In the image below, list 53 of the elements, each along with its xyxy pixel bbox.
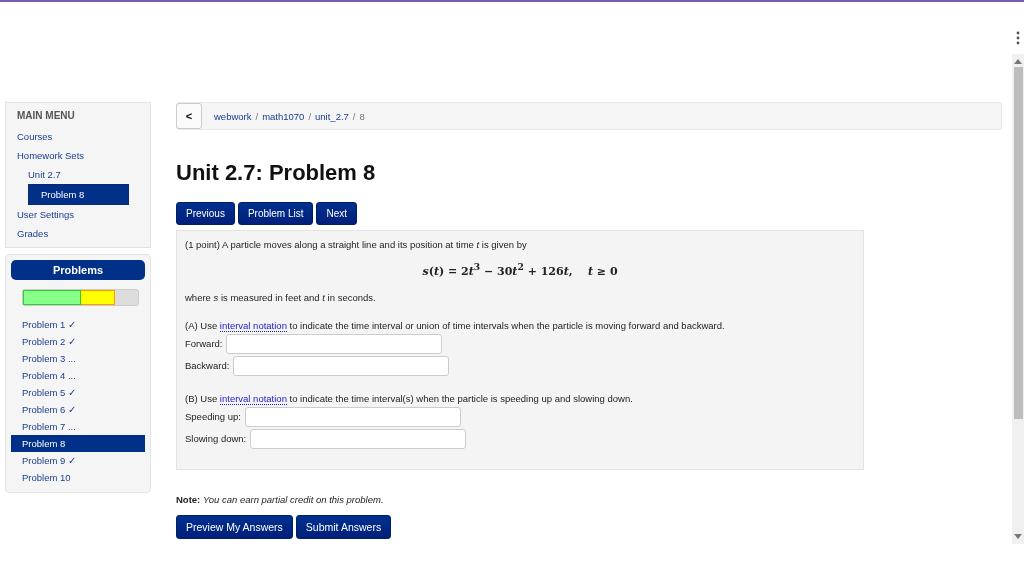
problem-link[interactable]: Problem 9 ✓: [11, 452, 145, 469]
field-label: Backward:: [185, 360, 230, 372]
problem-statement: (1 point) A particle moves along a straight line and its position at time t is given by: [185, 239, 528, 250]
formula: s(t) = 2t$^{3}$ − 30t$^{2}$ + 126t, t ≥ 0: [421, 261, 619, 278]
problem-link[interactable]: Problem 6 ✓: [11, 401, 145, 418]
problem-link[interactable]: Problem 4 ...: [11, 367, 145, 384]
submit-button[interactable]: Preview My Answers: [176, 514, 293, 539]
nav-button[interactable]: Problem List: [237, 202, 314, 225]
problem-link[interactable]: Problem 7 ...: [11, 418, 145, 435]
breadcrumb-link[interactable]: math1070: [262, 110, 305, 122]
nav-button[interactable]: Next: [316, 202, 358, 225]
menu-link[interactable]: Unit 2.7: [6, 165, 72, 184]
scroll-up-icon[interactable]: [1014, 59, 1022, 64]
page-heading: Unit 2.7: Problem 8: [176, 160, 376, 186]
problem-link[interactable]: Problem 1 ✓: [11, 316, 145, 333]
menu-link[interactable]: Courses: [6, 127, 64, 146]
problem-link[interactable]: Problem 10: [11, 469, 145, 486]
problem-link[interactable]: Problem 3 ...: [11, 350, 145, 367]
problem-link[interactable]: Problem 2 ✓: [11, 333, 145, 350]
scroll-down-icon[interactable]: [1014, 534, 1022, 539]
question-text: (B) Use interval notation to indicate the time interval(s) when the particle is speeding up and slowing down.: [185, 392, 634, 404]
breadcrumb-separator: /: [308, 110, 312, 122]
nav-button[interactable]: Previous: [176, 202, 235, 225]
field-label: Forward:: [185, 338, 223, 350]
menu-link[interactable]: User Settings: [6, 205, 86, 224]
breadcrumb-link[interactable]: webwork: [214, 110, 252, 122]
menu-link[interactable]: Grades: [6, 224, 60, 243]
back-button[interactable]: <: [176, 103, 202, 129]
interval-notation-link[interactable]: interval notation: [219, 392, 287, 405]
problem-link[interactable]: Problem 8: [11, 435, 145, 452]
answer-field[interactable]: [226, 333, 443, 354]
menu-link[interactable]: Problem 8: [28, 184, 129, 205]
units-sentence: where s is measured in feet and t in seconds.: [185, 291, 377, 303]
menu-title: MAIN MENU: [16, 109, 76, 123]
menu-link[interactable]: Homework Sets: [6, 146, 96, 165]
scrollbar[interactable]: [1012, 54, 1024, 544]
answer-field[interactable]: [245, 406, 461, 427]
submit-button[interactable]: Submit Answers: [295, 514, 392, 539]
field-label: Speeding up:: [185, 411, 241, 423]
menu-icon[interactable]: [1016, 31, 1020, 45]
note-text: Note: You can earn partial credit on this problem.: [176, 493, 384, 505]
field-label: Slowing down:: [185, 433, 247, 445]
panel-heading: Problems: [11, 260, 145, 280]
problem-link[interactable]: Problem 5 ✓: [11, 384, 145, 401]
breadcrumb-separator: /: [352, 110, 356, 122]
breadcrumb-link[interactable]: unit_2.7: [315, 110, 349, 122]
scrollbar-thumb[interactable]: [1013, 67, 1023, 419]
interval-notation-link[interactable]: interval notation: [219, 319, 287, 332]
answer-field[interactable]: [250, 428, 467, 449]
breadcrumb-separator: /: [255, 110, 259, 122]
answer-field[interactable]: [233, 355, 450, 376]
breadcrumb-current: 8: [359, 110, 365, 122]
question-text: (A) Use interval notation to indicate the time interval or union of time intervals when the particle is moving forward and backward.: [185, 319, 726, 331]
